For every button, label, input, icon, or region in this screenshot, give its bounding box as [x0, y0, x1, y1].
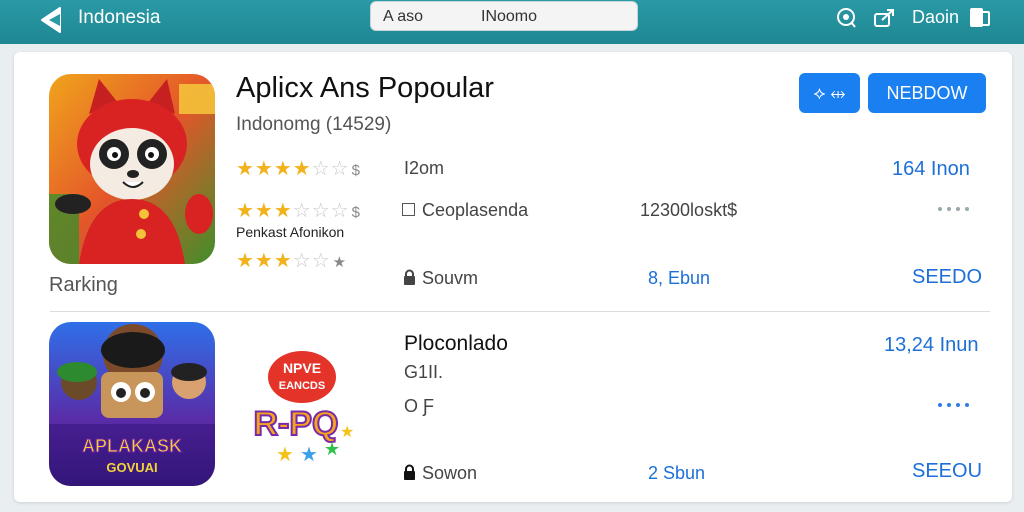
- search-input[interactable]: A aso INoomo: [370, 1, 638, 31]
- category-checkbox[interactable]: [402, 203, 415, 216]
- see-more-link[interactable]: SEEDO: [912, 266, 982, 289]
- top-bar: Indonesia A aso INoomo Daoin: [0, 0, 1024, 44]
- download-button[interactable]: NEBDOW: [868, 73, 986, 113]
- search-query-prefix: A aso: [383, 8, 424, 25]
- more-options-dots-icon[interactable]: [938, 207, 970, 211]
- app2-release-info[interactable]: 2 Sbun: [648, 463, 705, 484]
- back-arrow-icon[interactable]: [36, 6, 68, 34]
- app2-meta-2: O Ƒ: [404, 396, 434, 416]
- release-info[interactable]: 8, Ebun: [648, 268, 710, 289]
- star-rating-row-3: ★★★☆☆ ★: [236, 248, 347, 273]
- stars-suffix: $: [351, 204, 361, 221]
- game-logo-icon: NPVE EANCDS R-PQ ★ ★ ★ ★: [253, 351, 354, 466]
- account-label[interactable]: Daoin: [912, 7, 959, 28]
- panda-mascot-icon: [49, 74, 215, 264]
- stars-filled: ★★★★: [236, 158, 312, 180]
- lock-icon: [404, 464, 415, 480]
- list-divider: [50, 311, 990, 312]
- app-icon-secondary[interactable]: APLAKASK GOVUAI: [49, 322, 215, 486]
- price-value: 12300loskt$: [640, 200, 738, 220]
- ranking-label: Rarking: [49, 274, 118, 296]
- icon-action-button[interactable]: ⟡ ⇹: [799, 73, 860, 113]
- device-icon[interactable]: [966, 6, 992, 30]
- app2-meta-1: G1II.: [404, 362, 444, 382]
- app-size-value: I2om: [404, 158, 445, 178]
- stars-filled: ★★★: [236, 200, 293, 222]
- game-characters-icon: APLAKASK GOVUAI: [49, 322, 215, 486]
- stars-filled: ★★★: [236, 250, 293, 272]
- svg-text:★: ★: [340, 424, 354, 441]
- stars-empty: ☆☆: [311, 158, 350, 180]
- app2-title[interactable]: Ploconlado: [404, 332, 508, 356]
- logo-caption-1: NPVE: [283, 360, 321, 376]
- stars-empty: ☆☆☆: [292, 200, 350, 222]
- download-count: 164 Inon: [892, 158, 970, 180]
- lock-icon: [404, 269, 415, 285]
- svg-text:★: ★: [324, 439, 340, 459]
- category-label: Ceoplasenda: [422, 200, 529, 220]
- app-title[interactable]: Aplicx Ans Popoular: [236, 72, 494, 105]
- search-query-text: INoomo: [481, 8, 538, 25]
- app2-age-rating: Sowon: [422, 463, 478, 483]
- star-rating-row-2: ★★★☆☆☆ $: [236, 198, 361, 223]
- logo-caption-2: EANCDS: [279, 380, 325, 392]
- app-subtitle: Indonomg (14529): [236, 114, 392, 135]
- svg-text:★: ★: [276, 444, 294, 466]
- logo-caption-3: R-PQ: [254, 405, 339, 443]
- stars-empty: ☆☆: [292, 250, 331, 272]
- icon-caption-1: APLAKASK: [82, 436, 182, 456]
- age-rating-label: Souvm: [422, 268, 479, 288]
- region-label[interactable]: Indonesia: [78, 7, 160, 29]
- app2-download-count: 13,24 Inun: [884, 334, 979, 356]
- app2-more-options-dots-icon[interactable]: [938, 403, 970, 407]
- stars-suffix: ★: [332, 254, 348, 271]
- icon-caption-2: GOVUAI: [106, 460, 157, 475]
- svg-text:★: ★: [300, 444, 318, 466]
- star-rating-row-1: ★★★★☆☆ $: [236, 156, 361, 181]
- share-icon[interactable]: [872, 6, 898, 30]
- location-icon[interactable]: [834, 6, 860, 30]
- app-author: Penkast Afonikon: [236, 224, 345, 240]
- app-icon-primary[interactable]: [49, 74, 215, 264]
- app2-see-more-link[interactable]: SEEOU: [912, 460, 982, 483]
- app-list-card: Aplicx Ans Popoular Indonomg (14529) ★★★…: [14, 52, 1012, 502]
- stars-suffix: $: [351, 162, 361, 179]
